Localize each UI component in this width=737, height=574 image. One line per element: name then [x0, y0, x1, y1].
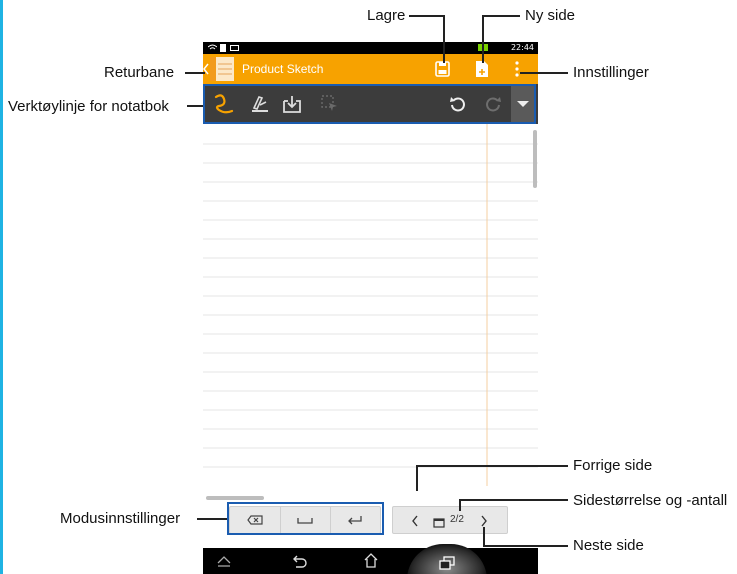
overflow-menu-icon[interactable] — [515, 61, 519, 82]
callout-settings: Innstillinger — [573, 64, 649, 81]
left-edge-bar — [0, 0, 3, 574]
page-lines — [203, 124, 538, 486]
horizontal-scrollbar[interactable] — [206, 496, 264, 500]
leader-line — [520, 72, 568, 74]
callout-notebook-toolbar: Verktøylinje for notatbok — [8, 98, 169, 115]
callout-previous-page: Forrige side — [573, 457, 653, 474]
status-bar: 22:44 — [203, 42, 538, 54]
page-count: 2/2 — [450, 514, 464, 525]
leader-line — [185, 72, 205, 74]
recent-apps-button[interactable] — [407, 544, 487, 574]
notebook-icon[interactable] — [210, 57, 234, 81]
callout-save: Lagre — [367, 7, 406, 24]
callout-return-bar: Returbane — [104, 64, 175, 81]
page-size-icon[interactable] — [433, 515, 445, 533]
toolbar-highlight-frame — [203, 84, 536, 124]
leader-line — [443, 15, 445, 63]
save-icon[interactable] — [435, 61, 450, 82]
leader-line — [483, 527, 485, 546]
leader-line — [197, 518, 227, 520]
note-page[interactable] — [203, 124, 538, 500]
leader-line — [459, 499, 568, 501]
callout-next-page: Neste side — [573, 537, 644, 554]
leader-line — [483, 545, 568, 547]
sim-icon — [220, 44, 226, 52]
leader-line — [459, 499, 461, 511]
leader-line — [482, 15, 484, 63]
callout-new-page: Ny side — [525, 7, 576, 24]
app-title[interactable]: Product Sketch — [242, 62, 323, 76]
recent-apps-icon — [439, 556, 455, 570]
chevron-left-icon[interactable] — [411, 514, 419, 532]
mode-highlight-frame — [227, 502, 384, 535]
leader-line — [416, 465, 418, 491]
notification-icon — [230, 45, 239, 51]
vertical-scrollbar[interactable] — [533, 130, 537, 188]
page-navigator: 2/2 — [392, 506, 508, 534]
leader-line — [409, 15, 444, 17]
callout-page-size-count: Sidestørrelse og -antall — [573, 492, 728, 509]
leader-line — [482, 15, 520, 17]
callout-mode-settings: Modusinnstillinger — [60, 510, 181, 527]
action-bar: Product Sketch — [203, 54, 538, 84]
wifi-icon — [207, 44, 218, 54]
leader-line — [187, 105, 203, 107]
new-page-icon[interactable] — [474, 60, 490, 83]
home-icon[interactable] — [363, 552, 379, 573]
leader-line — [416, 465, 568, 467]
status-time: 22:44 — [510, 43, 534, 52]
system-navigation-bar — [203, 544, 538, 574]
chevron-up-icon[interactable] — [217, 554, 231, 572]
back-icon[interactable] — [291, 554, 307, 573]
